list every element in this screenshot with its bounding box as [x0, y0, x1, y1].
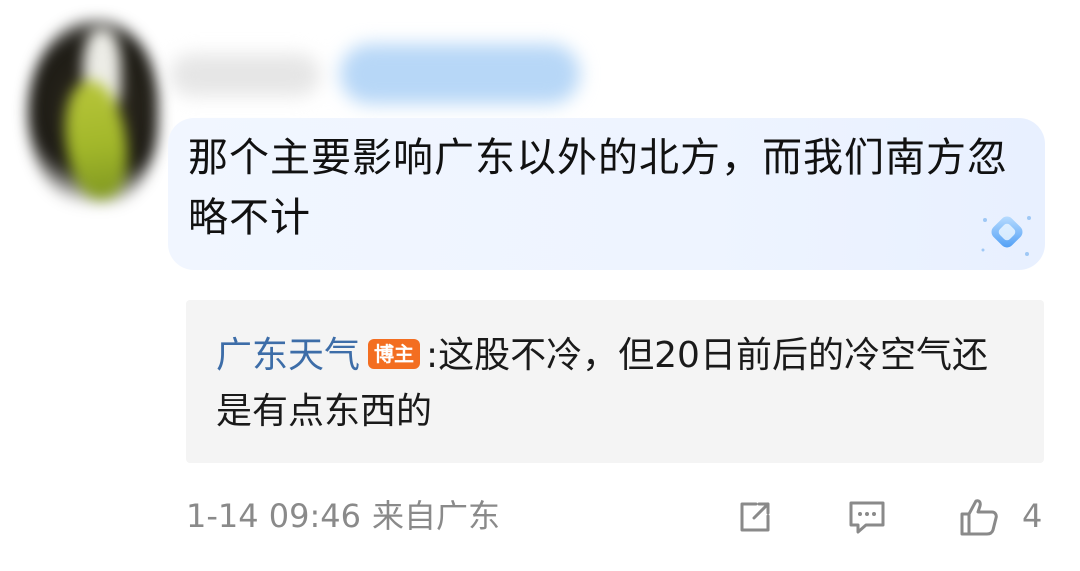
user-avatar[interactable]	[18, 10, 168, 215]
comment-footer: 1-14 09:46 来自广东 4	[186, 490, 1046, 542]
share-icon[interactable]	[734, 496, 776, 538]
comment-bubble: 那个主要影响广东以外的北方，而我们南方忽略不计	[168, 118, 1045, 270]
location-label: 来自广东	[372, 497, 501, 535]
reply-box[interactable]: 广东天气 博主:这股不冷，但20日前后的冷空气还是有点东西的	[186, 300, 1044, 463]
blurred-username[interactable]	[170, 40, 600, 110]
like-count: 4	[1022, 497, 1043, 535]
blogger-badge: 博主	[368, 339, 421, 369]
reply-author-link[interactable]: 广东天气	[216, 335, 360, 376]
comment-text: 那个主要影响广东以外的北方，而我们南方忽略不计	[188, 135, 1008, 241]
comment-card: 那个主要影响广东以外的北方，而我们南方忽略不计 广东天气博主:这股不冷，但2	[0, 0, 1080, 571]
reply-separator: :	[426, 335, 439, 376]
blurred-name-part	[170, 54, 320, 96]
blurred-name-part	[340, 44, 580, 104]
timestamp: 1-14 09:46	[186, 497, 362, 535]
diamond-badge-icon	[977, 210, 1035, 260]
reply-content: 广东天气 博主:这股不冷，但20日前后的冷空气还是有点东西的	[216, 328, 1016, 440]
comment-icon[interactable]	[846, 496, 888, 538]
thumbs-up-icon[interactable]	[958, 496, 1000, 538]
